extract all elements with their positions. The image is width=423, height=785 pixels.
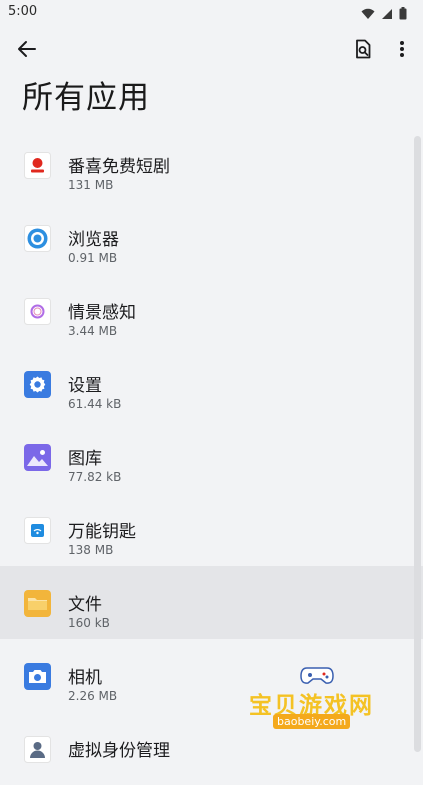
camera-icon <box>24 663 51 690</box>
app-list-item-context-awareness[interactable]: 情景感知 3.44 MB <box>0 274 423 347</box>
app-list-item-wifi-key[interactable]: 万能钥匙 138 MB <box>0 493 423 566</box>
wifi-icon <box>361 5 375 24</box>
app-name: 虚拟身份管理 <box>68 741 170 761</box>
app-size: 2.26 MB <box>68 689 118 703</box>
app-name: 浏览器 <box>68 230 119 250</box>
folder-icon <box>24 590 51 617</box>
more-options-button[interactable] <box>386 32 418 66</box>
app-size: 160 kB <box>68 616 110 630</box>
app-name: 图库 <box>68 449 102 469</box>
app-name: 番喜免费短剧 <box>68 157 170 177</box>
app-name: 情景感知 <box>68 303 136 323</box>
app-name: 万能钥匙 <box>68 522 136 542</box>
battery-icon <box>399 5 407 24</box>
app-size: 131 MB <box>68 178 114 192</box>
virtual-identity-icon <box>24 736 51 763</box>
app-name: 文件 <box>68 595 102 615</box>
scrollbar[interactable] <box>414 136 421 752</box>
status-bar: 5:00 <box>0 0 423 24</box>
browser-icon <box>24 225 51 252</box>
app-list-item-fanxi[interactable]: 番喜免费短剧 131 MB <box>0 128 423 201</box>
app-name: 设置 <box>68 376 102 396</box>
page-title: 所有应用 <box>22 80 150 116</box>
context-awareness-icon <box>24 298 51 325</box>
app-size: 61.44 kB <box>68 397 122 411</box>
app-list-item-gallery[interactable]: 图库 77.82 kB <box>0 420 423 493</box>
top-app-bar <box>0 28 423 70</box>
app-size: 77.82 kB <box>68 470 122 484</box>
wifi-key-icon <box>24 517 51 544</box>
app-list-item-files[interactable]: 文件 160 kB <box>0 566 423 639</box>
app-name: 相机 <box>68 668 102 688</box>
back-button[interactable] <box>10 32 44 66</box>
status-icons <box>361 5 407 24</box>
watermark: 宝贝游戏网 baobeiy.com <box>243 664 393 744</box>
app-size: 3.44 MB <box>68 324 118 338</box>
app-list-item-settings[interactable]: 设置 61.44 kB <box>0 347 423 420</box>
status-time: 5:00 <box>8 4 38 19</box>
watermark-url: baobeiy.com <box>273 714 351 729</box>
signal-icon <box>381 5 393 24</box>
gamepad-icon <box>300 667 334 684</box>
settings-gear-icon <box>24 371 51 398</box>
app-size: 138 MB <box>68 543 114 557</box>
app-size: 0.91 MB <box>68 251 118 265</box>
arrow-back-icon <box>18 41 36 57</box>
fanxi-icon <box>24 152 51 179</box>
search-apps-button[interactable] <box>346 32 380 66</box>
app-search-icon <box>356 39 371 59</box>
more-vert-icon <box>400 41 404 57</box>
gallery-icon <box>24 444 51 471</box>
app-list-item-browser[interactable]: 浏览器 0.91 MB <box>0 201 423 274</box>
